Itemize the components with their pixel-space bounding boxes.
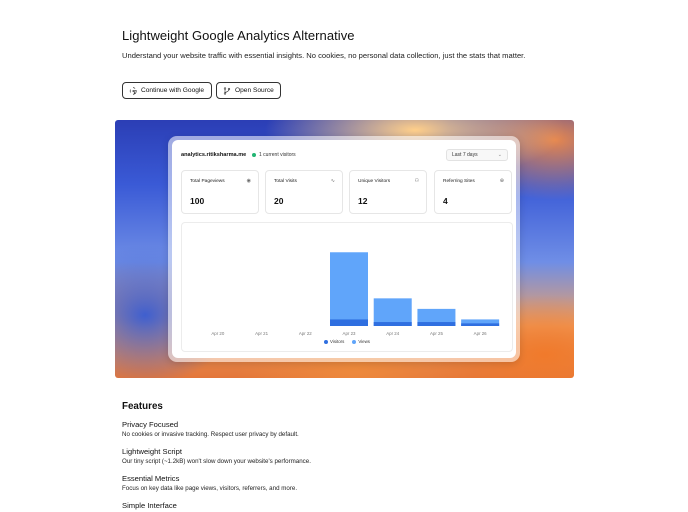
feature-desc: Our tiny script (~1.2kB) won't slow down… [122,458,311,465]
stat-card-title: Total Pageviews [190,179,225,184]
page-title: Lightweight Google Analytics Alternative [122,28,355,43]
x-tick-label: Apr 25 [430,331,443,336]
users-icon: ⚇ [414,178,419,184]
x-tick-label: Apr 21 [255,331,268,336]
features-heading: Features [122,401,163,412]
legend-label: Views [358,339,370,344]
stat-card-value: 12 [358,196,368,206]
stat-card-value: 100 [190,196,205,206]
x-tick-label: Apr 23 [343,331,356,336]
legend-item-views: Views [352,339,370,344]
eye-icon: ◉ [246,178,251,184]
feature-item: Lightweight Script Our tiny script (~1.2… [122,447,311,467]
stat-card-pageviews: Total Pageviews ◉ 100 [181,170,259,214]
bar-visitors-3 [330,319,368,326]
bar-visitors-5 [417,322,456,326]
stat-card-unique-visitors: Unique Visitors ⚇ 12 [349,170,427,214]
legend-item-visitors: Visitors [324,339,344,344]
legend-label: Visitors [330,339,345,344]
x-tick-label: Apr 26 [474,331,487,336]
chart-legend: Visitors Views [182,339,512,344]
globe-icon: ⊕ [499,178,504,184]
stat-card-title: Referring Sites [443,179,475,184]
chevron-down-icon: ⌄ [497,152,502,158]
bar-visitors-4 [373,322,412,326]
site-domain: analytics.ritiksharma.me [181,152,247,158]
page-subtitle: Understand your website traffic with ess… [122,51,526,60]
x-tick-label: Apr 20 [211,331,224,336]
stat-card-referring-sites: Referring Sites ⊕ 4 [434,170,512,214]
stat-card-value: 4 [443,196,448,206]
feature-item: Essential Metrics Focus on key data like… [122,474,297,494]
legend-swatch [352,339,357,344]
stat-card-visits: Total Visits ∿ 20 [265,170,343,214]
stat-card-title: Total Visits [274,179,297,184]
open-source-button[interactable]: Open Source [216,82,281,99]
traffic-chart: Apr 20 Apr 21 Apr 22 Apr 23 Apr 24 Apr 25 Apr … [181,222,513,352]
current-visitors-label: 1 current visitors [259,152,296,158]
feature-desc: No cookies or invasive tracking. Respect… [122,431,299,438]
feature-name: Lightweight Script [122,447,182,456]
git-branch-icon [223,86,231,95]
stat-card-title: Unique Visitors [358,179,391,184]
feature-item: Privacy Focused No cookies or invasive t… [122,420,299,440]
bar-views-4 [373,298,412,326]
live-indicator-icon [252,153,256,157]
feature-desc: Focus on key data like page views, visit… [122,485,298,492]
x-tick-label: Apr 24 [386,331,399,336]
legend-swatch [324,339,329,344]
activity-icon: ∿ [330,178,335,184]
feature-name: Privacy Focused [122,420,179,429]
date-range-value: Last 7 days [452,152,478,158]
open-source-button-label: Open Source [235,87,274,94]
feature-name: Essential Metrics [122,474,180,483]
continue-with-google-button[interactable]: Continue with Google [122,82,212,99]
dashboard-preview: analytics.ritiksharma.me 1 current visit… [168,136,520,362]
google-button-label: Continue with Google [141,87,205,94]
bar-visitors-6 [461,323,500,326]
bar-chart: Apr 20 Apr 21 Apr 22 Apr 23 Apr 24 Apr 25 Apr … [211,252,500,336]
feature-item: Simple Interface [122,501,177,511]
dashboard-panel: analytics.ritiksharma.me 1 current visit… [172,140,516,358]
bar-views-3 [330,252,368,326]
google-icon [129,86,137,95]
feature-name: Simple Interface [122,501,177,510]
current-visitors: 1 current visitors [252,152,296,158]
date-range-select[interactable]: Last 7 days ⌄ [446,149,508,161]
stat-card-value: 20 [274,196,284,206]
x-tick-label: Apr 22 [299,331,312,336]
